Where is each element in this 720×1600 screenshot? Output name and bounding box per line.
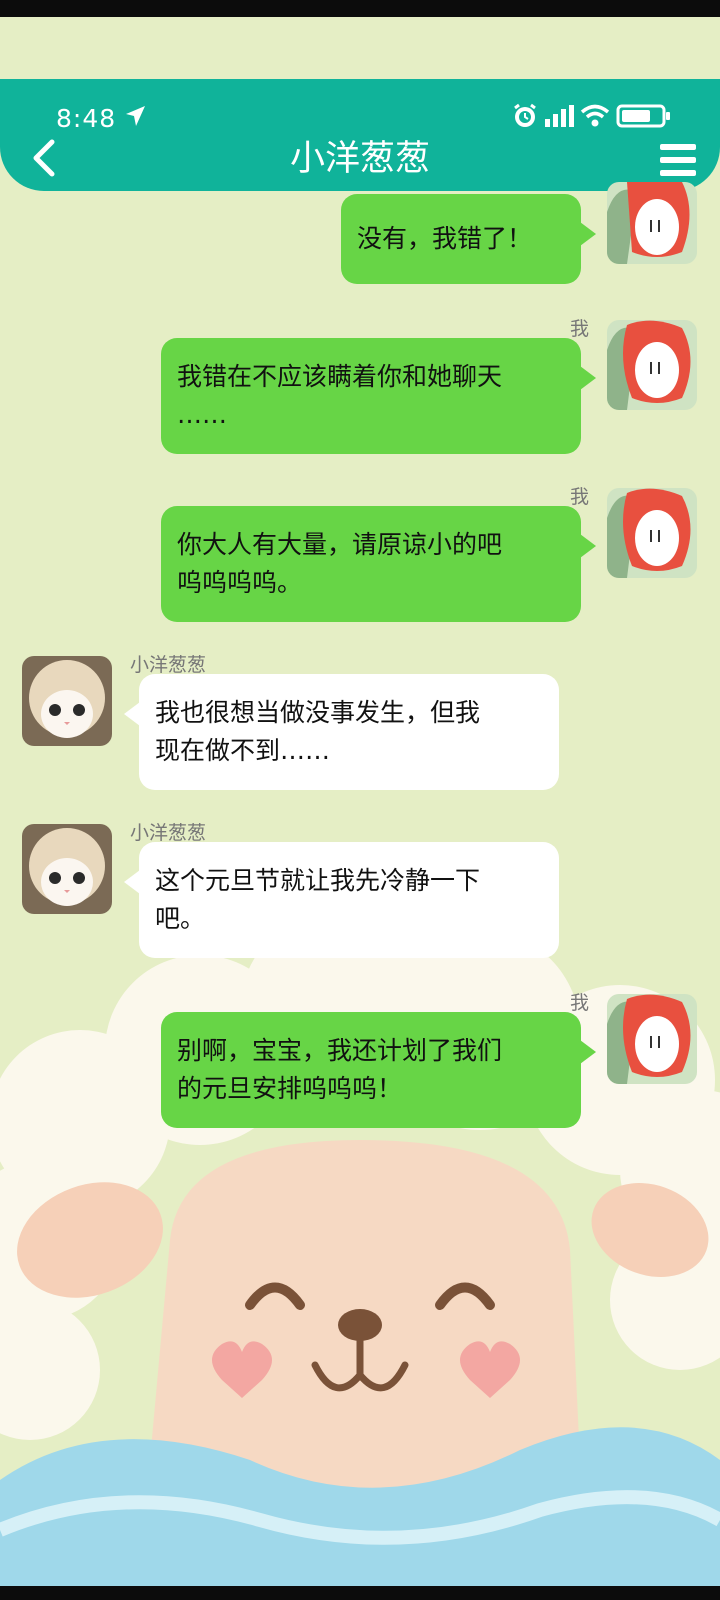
bubble-tail — [580, 366, 596, 390]
sender-name: 我 — [570, 318, 590, 340]
my-avatar[interactable] — [607, 320, 697, 410]
message-bubble-sent[interactable]: 没有，我错了！ — [341, 194, 581, 284]
bubble-tail — [124, 702, 140, 726]
bubble-tail — [580, 534, 596, 558]
message-bubble-sent[interactable]: 你大人有大量，请原谅小的吧 呜呜呜呜。 — [161, 506, 581, 622]
wifi-icon — [580, 104, 610, 127]
location-arrow-icon — [126, 106, 145, 126]
status-icons — [512, 103, 672, 129]
bottom-black-bar — [0, 1586, 720, 1600]
alarm-icon — [514, 103, 536, 127]
status-time: 8:48 — [56, 104, 117, 133]
bubble-tail — [580, 1040, 596, 1064]
message-bubble-sent[interactable]: 我错在不应该瞒着你和她聊天 …… — [161, 338, 581, 454]
sender-name: 小洋葱葱 — [130, 654, 207, 676]
bubble-tail — [580, 222, 596, 246]
sender-name: 我 — [570, 486, 590, 508]
message-bubble-received[interactable]: 这个元旦节就让我先冷静一下 吧。 — [139, 842, 559, 958]
contact-avatar[interactable] — [22, 656, 112, 746]
menu-icon[interactable] — [658, 142, 698, 178]
sender-name: 我 — [570, 992, 590, 1014]
my-avatar[interactable] — [607, 182, 697, 264]
battery-icon — [616, 104, 670, 128]
bubble-tail — [124, 870, 140, 894]
chat-title: 小洋葱葱 — [289, 139, 430, 179]
sender-name: 小洋葱葱 — [130, 822, 207, 844]
message-bubble-received[interactable]: 我也很想当做没事发生，但我 现在做不到…… — [139, 674, 559, 790]
my-avatar[interactable] — [607, 994, 697, 1084]
signal-icon — [545, 105, 574, 127]
message-bubble-sent[interactable]: 别啊，宝宝，我还计划了我们 的元旦安排呜呜呜！ — [161, 1012, 581, 1128]
top-black-bar — [0, 0, 720, 17]
my-avatar[interactable] — [607, 488, 697, 578]
contact-avatar[interactable] — [22, 824, 112, 914]
